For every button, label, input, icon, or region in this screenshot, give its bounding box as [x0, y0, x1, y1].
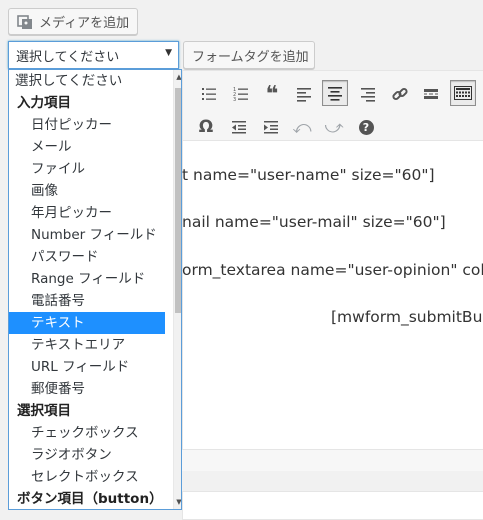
- special-char-icon[interactable]: Ω: [193, 114, 219, 140]
- align-right-icon[interactable]: [355, 81, 381, 107]
- dropdown-option[interactable]: パスワード: [9, 246, 165, 268]
- select-value: 選択してください: [16, 49, 120, 65]
- dropdown-option[interactable]: セレクトボックス: [9, 466, 165, 488]
- redo-icon[interactable]: ⤻: [321, 114, 347, 140]
- dropdown-option[interactable]: 画像: [9, 180, 165, 202]
- add-media-button[interactable]: メディアを追加: [8, 8, 138, 35]
- dropdown-option[interactable]: Number フィールド: [9, 224, 165, 246]
- dropdown-option[interactable]: 郵便番号: [9, 378, 165, 400]
- bullet-list-icon[interactable]: [196, 81, 222, 107]
- editor-line-1: t name="user-name" size="60"]: [182, 166, 435, 184]
- dropdown-option[interactable]: メール: [9, 136, 165, 158]
- scroll-down-icon[interactable]: ▼: [174, 495, 181, 509]
- add-form-tag-label: フォームタグを追加: [192, 49, 309, 65]
- dropdown-option[interactable]: 日付ピッカー: [9, 114, 165, 136]
- scroll-thumb[interactable]: [175, 88, 181, 313]
- align-left-icon[interactable]: [291, 81, 317, 107]
- bottom-panel: [182, 491, 483, 520]
- dropdown-group-label: 入力項目: [17, 95, 71, 111]
- add-media-label: メディアを追加: [39, 16, 130, 31]
- media-icon: [17, 14, 33, 30]
- link-icon[interactable]: [387, 81, 413, 107]
- dropdown-option[interactable]: テキスト: [9, 312, 165, 334]
- dropdown-group-label: ボタン項目（button）: [17, 491, 163, 507]
- undo-icon[interactable]: ⤺: [289, 114, 315, 140]
- editor-statusbar: [182, 449, 483, 471]
- outdent-icon[interactable]: [226, 114, 252, 140]
- svg-text:3: 3: [233, 97, 236, 102]
- form-tag-select[interactable]: 選択してください ▼: [8, 41, 179, 69]
- dropdown-option[interactable]: ラジオボタン: [9, 444, 165, 466]
- help-icon[interactable]: ?: [353, 114, 379, 140]
- blockquote-icon[interactable]: ❝: [259, 81, 285, 107]
- numbered-list-icon[interactable]: 123: [228, 81, 254, 107]
- dropdown-option[interactable]: チェックボックス: [9, 422, 165, 444]
- dropdown-option[interactable]: テキストエリア: [9, 334, 165, 356]
- dropdown-option[interactable]: Range フィールド: [9, 268, 165, 290]
- read-more-icon[interactable]: [418, 81, 444, 107]
- editor-line-4: [mwform_submitBu: [331, 308, 483, 326]
- form-tag-dropdown-list[interactable]: 選択してください入力項目日付ピッカー メール ファイル 画像 年月ピッカー Number …: [8, 69, 182, 510]
- editor-line-3: orm_textarea name="user-opinion" col: [182, 261, 483, 279]
- help-glyph: ?: [358, 119, 374, 135]
- select-arrow-icon: ▼: [165, 48, 172, 58]
- dropdown-option[interactable]: 年月ピッカー: [9, 202, 165, 224]
- dropdown-option[interactable]: 電話番号: [9, 290, 165, 312]
- dropdown-option[interactable]: ファイル: [9, 158, 165, 180]
- dropdown-scrollbar[interactable]: ▲ ▼: [173, 70, 181, 509]
- align-center-icon[interactable]: [322, 80, 348, 106]
- dropdown-option[interactable]: URL フィールド: [9, 356, 165, 378]
- add-form-tag-button[interactable]: フォームタグを追加: [183, 41, 315, 69]
- dropdown-group-label: 選択項目: [17, 403, 71, 419]
- editor-line-2: nail name="user-mail" size="60"]: [182, 213, 446, 231]
- indent-icon[interactable]: [258, 114, 284, 140]
- toolbar-toggle-icon[interactable]: [450, 80, 476, 106]
- dropdown-option[interactable]: 選択してください: [9, 70, 165, 92]
- scroll-up-icon[interactable]: ▲: [174, 70, 181, 84]
